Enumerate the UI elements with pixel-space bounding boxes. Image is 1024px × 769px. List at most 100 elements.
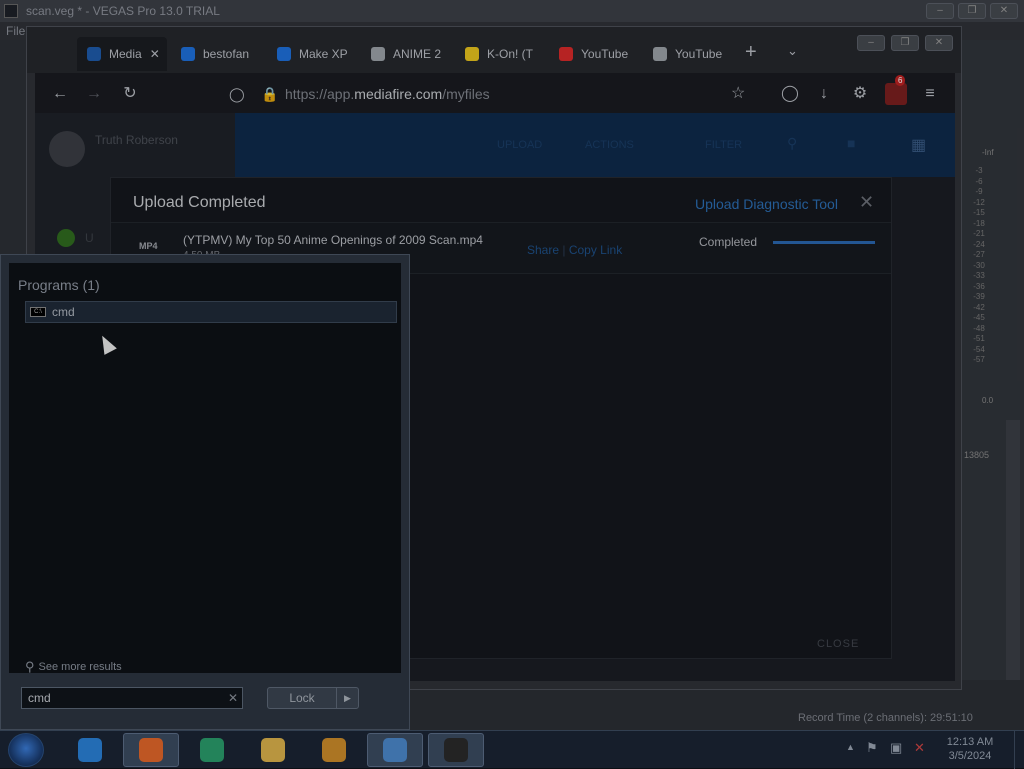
program-item-label: cmd xyxy=(52,305,75,319)
volume-muted-icon[interactable]: ✕ xyxy=(914,740,925,756)
close-icon[interactable]: ✕ xyxy=(859,192,874,213)
browser-tab[interactable]: YouTube xyxy=(549,37,641,71)
user-name[interactable]: Truth Roberson xyxy=(95,133,178,147)
upload-diagnostic-link[interactable]: Upload Diagnostic Tool xyxy=(695,196,838,212)
tab-favicon-icon xyxy=(653,47,667,61)
forward-icon[interactable]: → xyxy=(83,83,105,105)
magnifier-icon: ⚲ xyxy=(25,659,35,674)
vegas-minimize-button[interactable]: – xyxy=(926,3,954,19)
extensions-icon[interactable]: ⚙ xyxy=(849,83,871,105)
tab-close-icon[interactable]: ✕ xyxy=(150,47,160,61)
tray-expand-icon[interactable]: ▲ xyxy=(846,742,855,752)
remote-icon xyxy=(383,738,407,762)
meter-tick-label: -27 xyxy=(973,250,985,259)
media-icon xyxy=(322,738,346,762)
shield-icon[interactable]: ◯ xyxy=(229,81,245,107)
taskbar-app-explorer[interactable] xyxy=(245,733,301,767)
vegas-maximize-button[interactable]: ❐ xyxy=(958,3,986,19)
action-center-flag-icon[interactable]: ⚑ xyxy=(866,740,878,756)
folder-icon-header[interactable]: ■ xyxy=(847,135,855,151)
upload-progress-bar xyxy=(773,241,875,244)
taskbar-app-remote[interactable] xyxy=(367,733,423,767)
downloads-icon[interactable]: ↓ xyxy=(813,83,835,105)
meter-tick-label: -54 xyxy=(973,344,985,354)
hamburger-menu-icon[interactable]: ≡ xyxy=(919,83,941,105)
start-button[interactable] xyxy=(8,733,44,767)
pocket-icon[interactable]: ◯ xyxy=(779,83,801,105)
lock-icon[interactable]: 🔒 xyxy=(261,81,278,107)
header-link-actions[interactable]: ACTIONS xyxy=(585,139,634,151)
grid-view-icon[interactable]: ▦ xyxy=(911,135,926,155)
meter-tick-label: -57 xyxy=(973,355,985,364)
tab-label: bestofan xyxy=(203,47,250,61)
meter-value: 0.0 xyxy=(982,396,994,405)
file-name: (YTPMV) My Top 50 Anime Openings of 2009… xyxy=(183,233,483,247)
taskbar-app-ie[interactable] xyxy=(62,733,118,767)
meter-tick-label: -18 xyxy=(973,218,985,228)
browser-tab[interactable]: bestofan xyxy=(171,37,263,71)
ublock-icon[interactable]: 6 xyxy=(885,75,907,105)
taskbar-app-green-orb[interactable] xyxy=(184,733,240,767)
url-bar[interactable]: ◯ 🔒 https://app.mediafire.com/myfiles ☆ xyxy=(229,81,755,107)
browser-tab[interactable]: K-On! (T xyxy=(455,37,547,71)
vegas-scrollbar[interactable] xyxy=(1006,420,1020,690)
taskbar: ▲ ⚑ ▣ ✕ 12:13 AM 3/5/2024 xyxy=(0,730,1024,769)
copy-link[interactable]: Copy Link xyxy=(569,243,622,257)
taskbar-app-media[interactable] xyxy=(306,733,362,767)
lock-options-arrow-icon[interactable]: ▶ xyxy=(336,688,358,708)
firefox-icon xyxy=(139,738,163,762)
sidebar-item-upload[interactable]: U xyxy=(85,231,94,245)
url-host: https://app. xyxy=(285,86,355,102)
track-label: 13805 xyxy=(964,450,990,460)
network-icon[interactable]: ▣ xyxy=(890,740,902,756)
clock[interactable]: 12:13 AM 3/5/2024 xyxy=(940,735,1000,763)
firefox-minimize-button[interactable]: – xyxy=(857,35,885,51)
tab-label: YouTube xyxy=(675,47,723,61)
lock-button[interactable]: Lock ▶ xyxy=(267,687,359,709)
vegas-icon xyxy=(444,738,468,762)
browser-tab[interactable]: Make XP xyxy=(267,37,359,71)
menu-file[interactable]: File xyxy=(6,24,25,38)
meter-tick-label: -6 xyxy=(975,176,983,186)
cmd-icon: C:\ xyxy=(30,307,46,317)
tab-label: Media xyxy=(109,47,142,61)
new-tab-button[interactable]: + xyxy=(745,41,757,64)
program-item-cmd[interactable]: C:\ cmd xyxy=(25,301,397,323)
browser-tab[interactable]: ANIME 2 xyxy=(361,37,453,71)
firefox-close-button[interactable]: ✕ xyxy=(925,35,953,51)
tab-label: Make XP xyxy=(299,47,348,61)
browser-tab[interactable]: YouTube xyxy=(643,37,735,71)
show-desktop-button[interactable] xyxy=(1014,731,1024,769)
vegas-master-meter: -Inf -3 -6 -9 -12 -15 -18 -21 -24 -27 -30 -33 -36 -3… xyxy=(962,40,1024,690)
meter-tick-label: -21 xyxy=(973,229,985,238)
header-link-filter[interactable]: FILTER xyxy=(705,139,742,151)
see-more-label: See more results xyxy=(38,661,122,673)
tab-favicon-icon xyxy=(277,47,291,61)
back-icon[interactable]: ← xyxy=(49,83,71,105)
browser-tab[interactable]: Media ✕ xyxy=(77,37,167,71)
header-link-upload[interactable]: UPLOAD xyxy=(497,139,542,151)
search-icon[interactable]: ⚲ xyxy=(787,135,797,152)
start-search-value: cmd xyxy=(28,691,51,705)
tab-list-chevron-icon[interactable]: ⌄ xyxy=(787,43,798,59)
tab-favicon-icon xyxy=(559,47,573,61)
avatar[interactable] xyxy=(49,131,85,167)
taskbar-app-vegas[interactable] xyxy=(428,733,484,767)
share-link[interactable]: Share xyxy=(527,243,559,257)
taskbar-app-firefox[interactable] xyxy=(123,733,179,767)
firefox-maximize-button[interactable]: ❐ xyxy=(891,35,919,51)
meter-header: -Inf xyxy=(982,148,994,157)
vegas-close-button[interactable]: ✕ xyxy=(990,3,1018,19)
see-more-results[interactable]: ⚲ See more results xyxy=(25,659,122,675)
navigation-bar: ← → ↻ ◯ 🔒 https://app.mediafire.com/myfi… xyxy=(35,73,955,113)
start-search-input[interactable]: cmd ✕ xyxy=(21,687,243,709)
extension-badge: 6 xyxy=(895,75,906,86)
meter-tick-label: -51 xyxy=(973,334,985,343)
tab-favicon-icon xyxy=(87,47,101,61)
reload-icon[interactable]: ↻ xyxy=(119,83,141,105)
clock-date: 3/5/2024 xyxy=(948,750,992,762)
close-button[interactable]: CLOSE xyxy=(817,638,859,650)
bookmark-star-icon[interactable]: ☆ xyxy=(731,81,745,107)
clear-search-icon[interactable]: ✕ xyxy=(226,690,240,706)
tab-favicon-icon xyxy=(465,47,479,61)
